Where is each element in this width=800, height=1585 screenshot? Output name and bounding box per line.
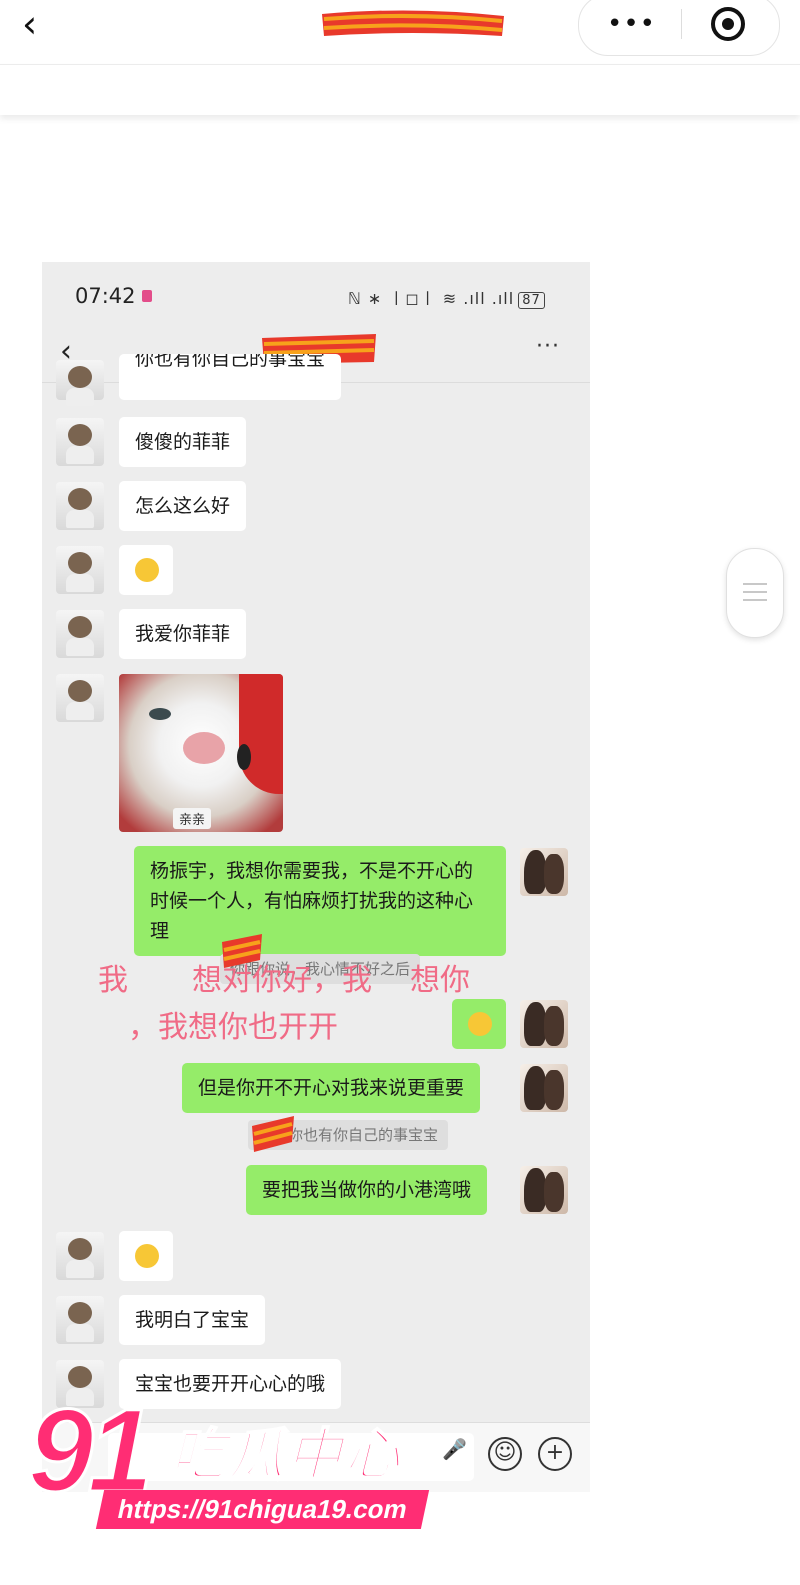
self-avatar[interactable]: [520, 1166, 568, 1214]
message-bubble[interactable]: 我爱你菲菲: [119, 609, 247, 659]
microphone-icon[interactable]: 🎤: [442, 1437, 467, 1461]
contact-avatar[interactable]: [56, 482, 104, 530]
sticker-eye: [149, 708, 171, 720]
handle-line: [743, 591, 767, 593]
capsule-menu: •••: [578, 0, 780, 56]
laugh-emoji-icon: [468, 1012, 492, 1036]
message-bubble-partial[interactable]: 你也有你自己的事宝宝: [119, 354, 342, 400]
more-button[interactable]: •••: [607, 9, 656, 39]
overlay-text: 想对你好，我: [192, 963, 372, 998]
scroll-handle[interactable]: [726, 548, 784, 638]
overlay-text: ，我想你也开开: [128, 1010, 338, 1045]
handle-line: [743, 583, 767, 585]
chat-more-button[interactable]: ···: [536, 334, 560, 359]
contact-avatar[interactable]: [56, 1232, 104, 1280]
contact-avatar[interactable]: [56, 360, 104, 406]
status-bar: 07:42 ℕ ∗ 〡◻〡 ≋ .ıll .ıll 87: [42, 262, 590, 324]
title-redaction-mark: [322, 10, 504, 36]
message-bubble[interactable]: 我明白了宝宝: [119, 1295, 266, 1345]
overlay-text: 想你: [410, 963, 470, 998]
message-bubble[interactable]: 宝宝也要开开心心的哦: [119, 1359, 342, 1409]
contact-avatar[interactable]: [56, 610, 104, 658]
sticker-ear: [239, 674, 283, 794]
sticker-label: 亲亲: [173, 808, 212, 829]
emoji-bubble-self[interactable]: [452, 999, 506, 1049]
message-bubble-self[interactable]: 杨振宇，我想你需要我，不是不开心的时候一个人，有怕麻烦打扰我的这种心理: [134, 846, 506, 956]
capsule-divider: [681, 9, 682, 39]
contact-avatar[interactable]: [56, 674, 104, 722]
status-time: 07:42: [75, 284, 136, 308]
shy-face-emoji-icon: [135, 558, 159, 582]
self-avatar[interactable]: [520, 1000, 568, 1048]
chat-screenshot: 07:42 ℕ ∗ 〡◻〡 ≋ .ıll .ıll 87 ‹ ··· 你也有你自己…: [42, 262, 590, 1492]
top-bar: ‹ •••: [0, 0, 800, 64]
sticker-eye: [237, 744, 251, 770]
sticker-nose: [183, 732, 225, 764]
overlay-text: 我: [98, 963, 128, 998]
message-bubble[interactable]: 傻傻的菲菲: [119, 417, 247, 467]
sub-bar: [0, 64, 800, 115]
emoji-icon[interactable]: ☺: [488, 1437, 522, 1471]
blush-emoji-icon: [135, 1244, 159, 1268]
back-chevron-icon[interactable]: ‹: [22, 4, 37, 44]
message-bubble[interactable]: 怎么这么好: [119, 481, 247, 531]
redaction-mark: [252, 1116, 294, 1152]
notification-dot-icon: [142, 290, 152, 302]
target-icon[interactable]: [711, 7, 745, 41]
battery-level: 87: [518, 292, 545, 309]
self-avatar[interactable]: [520, 848, 568, 896]
emoji-bubble[interactable]: [119, 1231, 173, 1281]
status-icons: ℕ ∗ 〡◻〡 ≋ .ıll .ıll 87: [348, 285, 545, 309]
message-bubble-self[interactable]: 但是你开不开心对我来说更重要: [182, 1063, 481, 1113]
cat-sticker-image[interactable]: 亲亲: [119, 674, 283, 832]
emoji-bubble[interactable]: [119, 545, 173, 595]
self-avatar[interactable]: [520, 1064, 568, 1112]
contact-avatar[interactable]: [56, 418, 104, 466]
watermark-title: 吃瓜中心: [169, 1422, 402, 1489]
plus-icon[interactable]: +: [538, 1437, 572, 1471]
handle-line: [743, 599, 767, 601]
signal-icons: ℕ ∗ 〡◻〡 ≋ .ıll .ıll: [348, 289, 515, 308]
message-bubble-self[interactable]: 要把我当做你的小港湾哦: [246, 1165, 488, 1215]
contact-avatar[interactable]: [56, 1296, 104, 1344]
watermark-url: https://91chigua19.com: [95, 1490, 430, 1529]
contact-avatar[interactable]: [56, 546, 104, 594]
